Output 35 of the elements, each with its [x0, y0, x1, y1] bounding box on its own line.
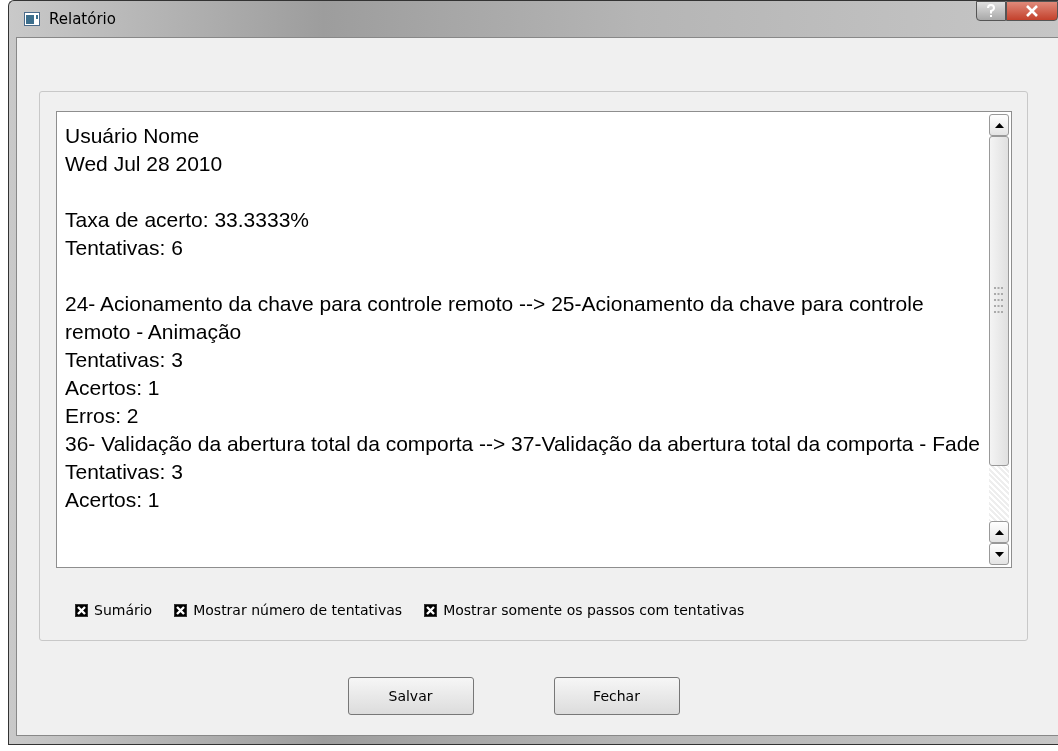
close-button[interactable] [1006, 1, 1058, 21]
checkbox[interactable] [75, 603, 88, 617]
report-line: Usuário Nome [65, 123, 201, 149]
checkbox[interactable] [174, 603, 188, 617]
report-line: Acertos: 1 [65, 375, 161, 401]
window-icon [24, 12, 40, 26]
vertical-scrollbar[interactable] [989, 112, 1011, 567]
up-arrow-icon [994, 122, 1004, 128]
grip-icon [994, 286, 1004, 316]
report-line: Tentativas: 6 [65, 235, 184, 261]
scroll-thumb[interactable] [989, 136, 1009, 466]
close-icon [1025, 5, 1039, 17]
report-line: Taxa de acerto: 33.3333% [65, 207, 310, 233]
dialog-button[interactable]: Fechar [553, 677, 680, 715]
scroll-down-button[interactable] [989, 543, 1009, 565]
report-line: 36- Validação da abertura total da comporta --> 37-Validação da abertura total da comporta - Fade [65, 431, 981, 457]
checkbox-label: Sumário [94, 602, 153, 618]
report-line: Tentativas: 3 [65, 347, 184, 373]
up-arrow-icon [994, 529, 1004, 535]
scroll-up-button[interactable] [989, 114, 1009, 136]
help-icon [986, 4, 996, 18]
dialog-button[interactable]: Salvar [347, 677, 474, 715]
report-line: Tentativas: 3 [65, 459, 184, 485]
checkbox-label: Mostrar número de tentativas [193, 602, 403, 618]
checkbox[interactable] [424, 603, 438, 617]
report-line: Wed Jul 28 2010 [65, 151, 224, 177]
report-line: Erros: 2 [65, 403, 140, 429]
checkbox-label: Mostrar somente os passos com tentativas [443, 602, 745, 618]
report-text-area[interactable] [56, 111, 1012, 568]
window-title: Relatório [49, 10, 116, 28]
scroll-up-button[interactable] [989, 521, 1009, 543]
help-button[interactable] [976, 1, 1006, 21]
report-line: 24- Acionamento da chave para controle remoto --> 25-Acionamento da chave para controle remoto - Animação [65, 291, 925, 345]
down-arrow-icon [994, 551, 1004, 557]
report-line: Acertos: 1 [65, 487, 161, 513]
